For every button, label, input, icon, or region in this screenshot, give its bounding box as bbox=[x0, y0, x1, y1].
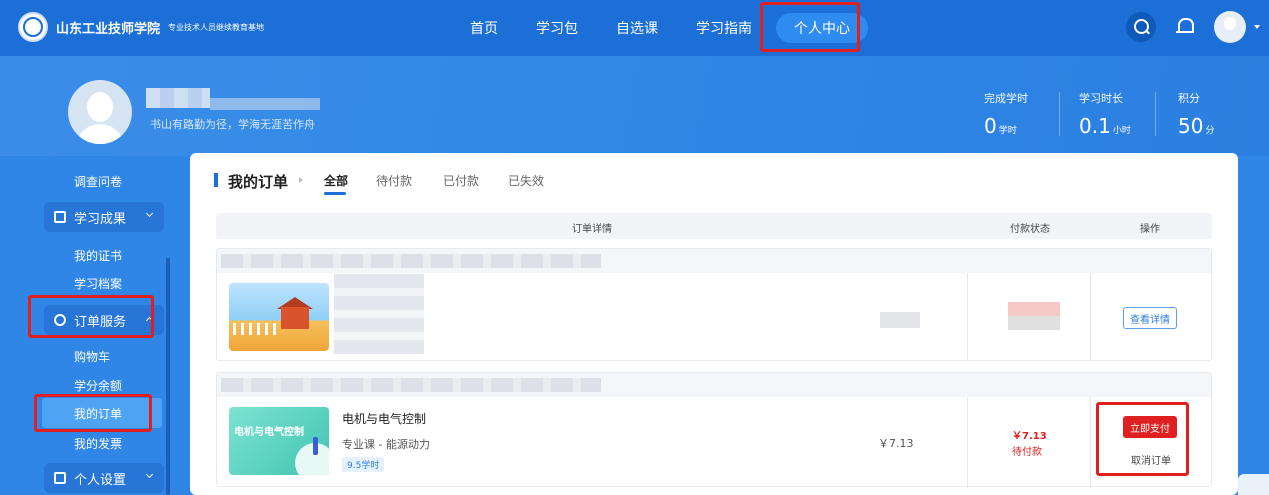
highlight-box-my-orders bbox=[34, 394, 152, 432]
search-icon[interactable] bbox=[1126, 12, 1156, 42]
username-blurred-2 bbox=[210, 98, 320, 110]
order-number-blurred bbox=[221, 378, 601, 392]
sidebar-group-label: 个人设置 bbox=[74, 472, 127, 488]
tab-expired[interactable]: 已失效 bbox=[508, 172, 544, 189]
certificate-icon bbox=[54, 211, 66, 223]
stat-value: 0.1 小时 bbox=[1079, 114, 1131, 138]
avatar-icon[interactable] bbox=[1214, 11, 1246, 43]
chevron-down-icon bbox=[145, 209, 154, 218]
user-avatar[interactable] bbox=[68, 80, 132, 144]
course-thumbnail-motor[interactable]: 电机与电气控制 bbox=[229, 407, 329, 475]
sidebar-item-credit-balance[interactable]: 学分余额 bbox=[74, 377, 122, 394]
nav-home[interactable]: 首页 bbox=[470, 18, 498, 38]
top-nav: 山东工业技师学院 专业技术人员继续教育基地 首页 学习包 自选课 学习指南 个人… bbox=[0, 0, 1269, 56]
sidebar-item-invoices[interactable]: 我的发票 bbox=[74, 435, 122, 452]
sidebar-item-cart[interactable]: 购物车 bbox=[74, 348, 110, 365]
course-title[interactable]: 电机与电气控制 bbox=[342, 410, 426, 427]
sidebar-item-certificates[interactable]: 我的证书 bbox=[74, 247, 122, 264]
column-divider bbox=[967, 273, 968, 361]
tab-paid[interactable]: 已付款 bbox=[443, 172, 479, 189]
profile-motto: 书山有路勤为径，学海无涯苦作舟 bbox=[150, 118, 315, 131]
active-tab-indicator bbox=[324, 192, 346, 195]
column-divider bbox=[1090, 397, 1091, 488]
username-blurred bbox=[146, 88, 210, 108]
sidebar-group-results[interactable]: 学习成果 bbox=[44, 202, 164, 232]
highlight-box-nav bbox=[760, 2, 860, 52]
school-seal-icon bbox=[18, 12, 48, 42]
nav-study-package[interactable]: 学习包 bbox=[536, 18, 578, 38]
stat-label: 积分 bbox=[1178, 92, 1200, 105]
school-subtitle: 专业技术人员继续教育基地 bbox=[168, 22, 265, 32]
sidebar-group-settings[interactable]: 个人设置 bbox=[44, 463, 164, 493]
table-header bbox=[216, 213, 1212, 239]
order-header bbox=[217, 249, 1211, 273]
school-name: 山东工业技师学院 bbox=[56, 21, 161, 37]
order-header bbox=[217, 373, 1211, 397]
barn-shape bbox=[281, 307, 309, 329]
column-header-status: 付款状态 bbox=[1010, 224, 1050, 235]
chevron-down-icon bbox=[145, 470, 154, 479]
payment-amount: ￥7.13 bbox=[1012, 431, 1047, 442]
chevron-down-icon[interactable] bbox=[1254, 25, 1260, 29]
column-divider bbox=[1090, 273, 1091, 361]
status-blurred bbox=[1008, 302, 1060, 330]
chevron-right-icon bbox=[299, 177, 303, 183]
course-category: 专业课 - 能源动力 bbox=[342, 438, 430, 451]
nav-elective-courses[interactable]: 自选课 bbox=[616, 18, 658, 38]
title-accent-bar bbox=[214, 173, 218, 187]
page-title: 我的订单 bbox=[228, 173, 289, 191]
payment-status: 待付款 bbox=[1012, 447, 1042, 458]
stat-completed-hours: 完成学时 0 学时 bbox=[984, 90, 1028, 138]
sidebar-group-label: 学习成果 bbox=[74, 211, 127, 227]
stat-label: 完成学时 bbox=[984, 92, 1028, 105]
fence-shape bbox=[233, 323, 279, 335]
highlight-box-orders-group bbox=[28, 295, 154, 338]
course-info-blurred bbox=[334, 274, 424, 354]
settings-icon bbox=[54, 472, 66, 484]
dial-shape bbox=[295, 443, 329, 475]
course-hours-badge: 9.5学时 bbox=[342, 457, 385, 472]
column-divider bbox=[967, 397, 968, 488]
bell-icon[interactable] bbox=[1170, 12, 1200, 42]
tab-all[interactable]: 全部 bbox=[324, 172, 348, 189]
stat-value: 50 分 bbox=[1178, 114, 1215, 138]
sidebar-item-archive[interactable]: 学习档案 bbox=[74, 275, 122, 292]
course-price: ￥7.13 bbox=[878, 437, 914, 450]
view-details-button[interactable]: 查看详情 bbox=[1123, 307, 1177, 329]
course-thumbnail-farm[interactable] bbox=[229, 283, 329, 351]
stat-study-duration: 学习时长 0.1 小时 bbox=[1079, 90, 1131, 138]
order-number-blurred bbox=[221, 254, 601, 268]
column-header-action: 操作 bbox=[1140, 224, 1160, 235]
stat-value: 0 学时 bbox=[984, 114, 1017, 138]
column-header-details: 订单详情 bbox=[572, 224, 612, 235]
sidebar-scrollbar[interactable] bbox=[166, 258, 170, 495]
price-blurred bbox=[880, 312, 920, 328]
stat-divider bbox=[1059, 92, 1060, 136]
floating-side-tab[interactable] bbox=[1238, 474, 1269, 495]
thumbnail-title: 电机与电气控制 bbox=[234, 427, 304, 438]
tab-pending-payment[interactable]: 待付款 bbox=[376, 172, 412, 189]
stat-divider bbox=[1155, 92, 1156, 136]
logo[interactable]: 山东工业技师学院 专业技术人员继续教育基地 bbox=[18, 12, 264, 42]
nav-study-guide[interactable]: 学习指南 bbox=[696, 18, 752, 38]
stat-label: 学习时长 bbox=[1079, 92, 1123, 105]
figure-shape bbox=[313, 437, 318, 455]
sidebar-item-survey[interactable]: 调查问卷 bbox=[74, 173, 122, 190]
highlight-box-pay bbox=[1096, 402, 1189, 476]
stat-points: 积分 50 分 bbox=[1178, 90, 1214, 138]
